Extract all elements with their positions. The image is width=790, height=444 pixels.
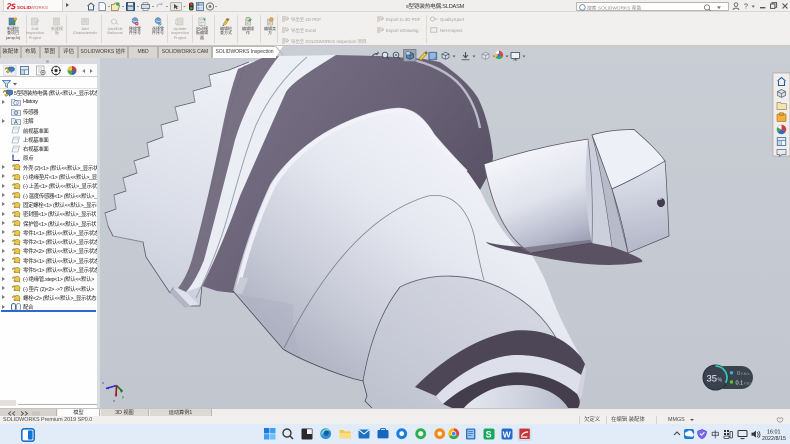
svg-text:2022/8/15: 2022/8/15 <box>762 436 786 442</box>
svg-text:x: x <box>113 398 115 403</box>
svg-text:0.1: 0.1 <box>736 381 744 387</box>
svg-text:y: y <box>122 394 124 399</box>
svg-text:KB/s: KB/s <box>744 381 752 386</box>
svg-text:S: S <box>486 429 492 439</box>
svg-text:?: ? <box>744 3 748 10</box>
svg-text:SOLID: SOLID <box>17 5 32 10</box>
svg-text:A: A <box>14 120 18 125</box>
svg-text:W: W <box>503 429 512 439</box>
svg-text:%: % <box>718 378 723 384</box>
svg-text:搜索 SOLIDWORKS 帮助: 搜索 SOLIDWORKS 帮助 <box>587 4 642 11</box>
svg-text:KB/s: KB/s <box>741 371 749 376</box>
svg-text:0: 0 <box>737 371 740 377</box>
svg-text:35: 35 <box>707 374 718 385</box>
svg-text:中: 中 <box>711 430 719 440</box>
svg-text:WORKS: WORKS <box>31 5 49 10</box>
svg-text:16:01: 16:01 <box>767 429 781 435</box>
svg-text:z: z <box>102 380 104 385</box>
